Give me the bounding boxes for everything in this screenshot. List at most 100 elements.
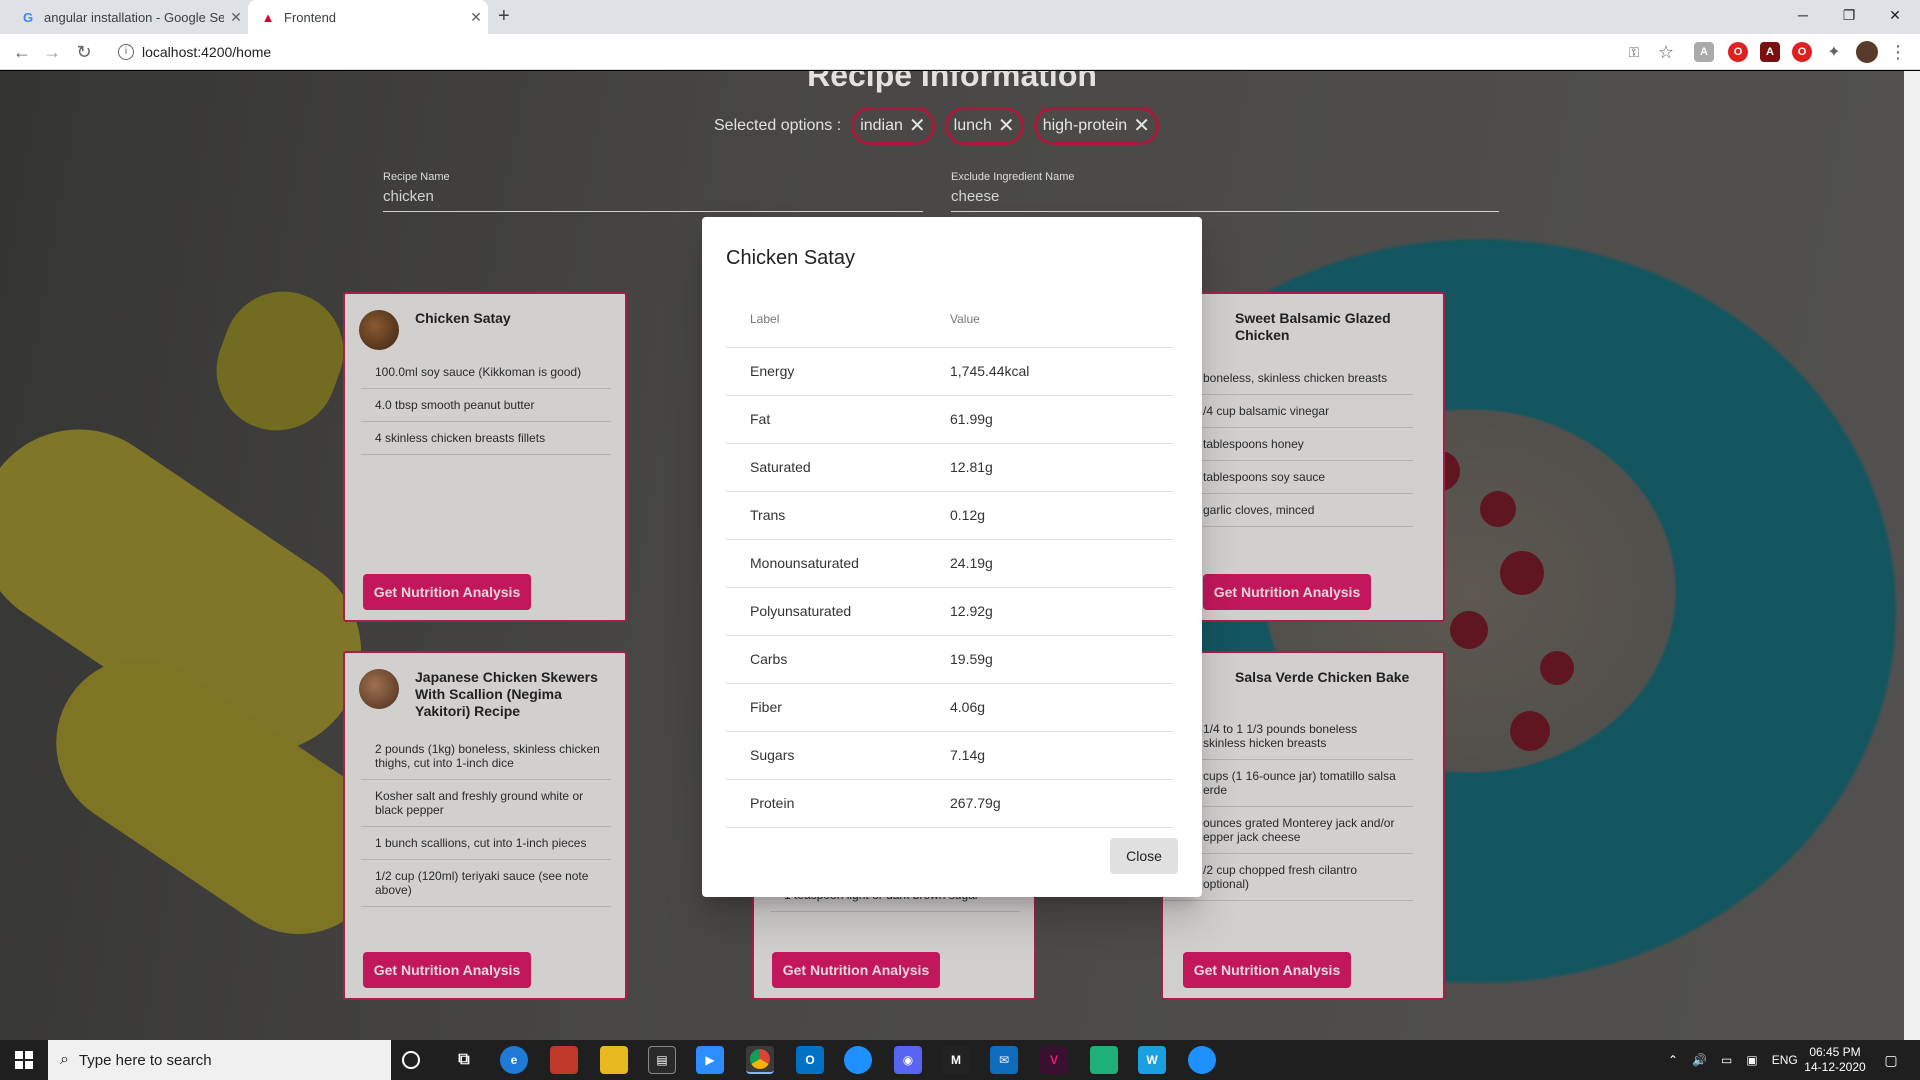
chip-label: lunch: [953, 117, 992, 134]
get-nutrition-button[interactable]: Get Nutrition Analysis: [363, 574, 531, 610]
maximize-icon[interactable]: ❐: [1826, 0, 1872, 30]
recipe-name-field[interactable]: Recipe Name chicken: [383, 171, 923, 212]
windows-start-icon[interactable]: [0, 1040, 48, 1080]
nutrient-label: Fiber: [726, 683, 926, 732]
menu-icon[interactable]: ⋮: [1886, 40, 1910, 64]
chip-indian[interactable]: indian ✕: [851, 107, 935, 145]
discord-icon[interactable]: ◉: [894, 1046, 922, 1074]
ingredient-list: 2 pounds (1kg) boneless, skinless chicke…: [361, 733, 611, 907]
clock[interactable]: 06:45 PM 14-12-2020: [1800, 1040, 1870, 1080]
recipe-title: Chicken Satay: [415, 310, 511, 326]
webstorm-icon[interactable]: W: [1138, 1046, 1166, 1074]
page-content: Recipe Information Selected options : in…: [0, 71, 1904, 1040]
table-row: Fiber 4.06g: [726, 683, 1174, 732]
bookmark-star-icon[interactable]: ☆: [1654, 40, 1678, 64]
taskbar-search[interactable]: ⌕ Type here to search: [48, 1040, 391, 1080]
app-icon[interactable]: [1090, 1046, 1118, 1074]
close-button[interactable]: Close: [1110, 838, 1178, 874]
cortana-icon[interactable]: [402, 1051, 420, 1069]
nutrient-label: Trans: [726, 491, 926, 540]
opera-icon[interactable]: O: [1792, 42, 1812, 62]
app-icon[interactable]: [550, 1046, 578, 1074]
selected-options-label: Selected options :: [714, 117, 842, 134]
mail-icon[interactable]: ✉: [990, 1046, 1018, 1074]
page-title: Recipe Information: [807, 71, 1097, 93]
list-item: 1/2 cup (120ml) teriyaki sauce (see note…: [361, 860, 611, 907]
info-icon[interactable]: i: [118, 44, 134, 60]
pdf-icon[interactable]: A: [1760, 42, 1780, 62]
key-icon[interactable]: ⚿: [1622, 40, 1646, 64]
nutrient-label: Energy: [726, 347, 926, 396]
search-placeholder: Type here to search: [78, 1051, 212, 1069]
chip-lunch[interactable]: lunch ✕: [944, 107, 1024, 145]
app-icon[interactable]: M: [942, 1046, 970, 1074]
close-tab-icon[interactable]: ✕: [464, 9, 488, 26]
back-icon[interactable]: ←: [10, 40, 34, 64]
angular-icon: ▲: [261, 9, 275, 25]
field-label: Exclude Ingredient Name: [951, 171, 1075, 183]
nutrient-label: Monounsaturated: [726, 539, 926, 588]
recipe-card: Japanese Chicken Skewers With Scallion (…: [343, 651, 627, 1000]
store-icon[interactable]: ▤: [648, 1046, 676, 1074]
file-explorer-icon[interactable]: [600, 1046, 628, 1074]
exclude-ingredient-field[interactable]: Exclude Ingredient Name cheese: [951, 171, 1499, 212]
extension-icon[interactable]: A: [1694, 42, 1714, 62]
minimize-icon[interactable]: ─: [1780, 0, 1826, 30]
nutrient-label: Sugars: [726, 731, 926, 780]
table-row: Sugars 7.14g: [726, 731, 1174, 780]
table-row: Energy 1,745.44kcal: [726, 347, 1174, 396]
nutrient-label: Fat: [726, 395, 926, 444]
page-scrollbar[interactable]: [1904, 71, 1920, 1040]
battery-icon[interactable]: ▭: [1721, 1053, 1732, 1067]
app-icon[interactable]: [844, 1046, 872, 1074]
volume-icon[interactable]: 🔊: [1692, 1053, 1707, 1067]
exclude-ingredient-input[interactable]: cheese: [951, 188, 1499, 211]
nutrient-value: 4.06g: [926, 683, 1174, 732]
avatar[interactable]: [1856, 41, 1878, 63]
chrome-icon[interactable]: [746, 1046, 774, 1074]
chevron-up-icon[interactable]: ⌃: [1668, 1053, 1678, 1067]
nutrition-table: Label Value Energy 1,745.44kcal Fat 61.99g…: [726, 291, 1174, 828]
selected-options: Selected options : indian ✕ lunch ✕ high-p…: [714, 107, 1159, 145]
app-icon[interactable]: [1188, 1046, 1216, 1074]
address-bar[interactable]: i localhost:4200/home: [112, 38, 1662, 66]
close-tab-icon[interactable]: ✕: [224, 9, 248, 26]
recipe-title: Salsa Verde Chicken Bake: [1235, 669, 1410, 685]
nutrient-value: 267.79g: [926, 779, 1174, 828]
reload-icon[interactable]: ↻: [72, 40, 96, 64]
remove-chip-icon[interactable]: ✕: [1133, 116, 1150, 136]
nutrient-label: Carbs: [726, 635, 926, 684]
chip-high-protein[interactable]: high-protein ✕: [1033, 107, 1159, 145]
tab-title: angular installation - Google Sea: [44, 9, 224, 25]
nutrient-value: 7.14g: [926, 731, 1174, 780]
tab-google-search[interactable]: G angular installation - Google Sea ✕: [8, 0, 248, 34]
recipe-avatar: [359, 669, 399, 709]
nutrient-label: Protein: [726, 779, 926, 828]
clock-date: 14-12-2020: [1804, 1060, 1866, 1074]
close-window-icon[interactable]: ✕: [1872, 0, 1918, 30]
app-icon[interactable]: V: [1040, 1046, 1068, 1074]
nutrient-value: 12.81g: [926, 443, 1174, 492]
chip-label: indian: [860, 117, 903, 134]
remove-chip-icon[interactable]: ✕: [998, 116, 1015, 136]
get-nutrition-button[interactable]: Get Nutrition Analysis: [363, 952, 531, 988]
notification-icon[interactable]: ▢: [1876, 1040, 1906, 1080]
tab-frontend[interactable]: ▲ Frontend ✕: [248, 0, 488, 34]
recipe-name-input[interactable]: chicken: [383, 188, 923, 211]
puzzle-icon[interactable]: ✦: [1824, 42, 1844, 62]
get-nutrition-button[interactable]: Get Nutrition Analysis: [1183, 952, 1351, 988]
forward-icon[interactable]: →: [40, 40, 64, 64]
tab-title: Frontend: [284, 9, 337, 25]
new-tab-button[interactable]: +: [498, 5, 510, 28]
remove-chip-icon[interactable]: ✕: [909, 116, 926, 136]
zoom-icon[interactable]: ▶: [696, 1046, 724, 1074]
get-nutrition-button[interactable]: Get Nutrition Analysis: [772, 952, 940, 988]
language-indicator[interactable]: ENG: [1772, 1053, 1798, 1067]
network-icon[interactable]: ▣: [1746, 1053, 1757, 1067]
get-nutrition-button[interactable]: Get Nutrition Analysis: [1203, 574, 1371, 610]
outlook-icon[interactable]: O: [796, 1046, 824, 1074]
opera-icon[interactable]: O: [1728, 42, 1748, 62]
table-row: Carbs 19.59g: [726, 635, 1174, 684]
task-view-icon[interactable]: ⧉: [450, 1046, 478, 1074]
edge-icon[interactable]: e: [500, 1046, 528, 1074]
